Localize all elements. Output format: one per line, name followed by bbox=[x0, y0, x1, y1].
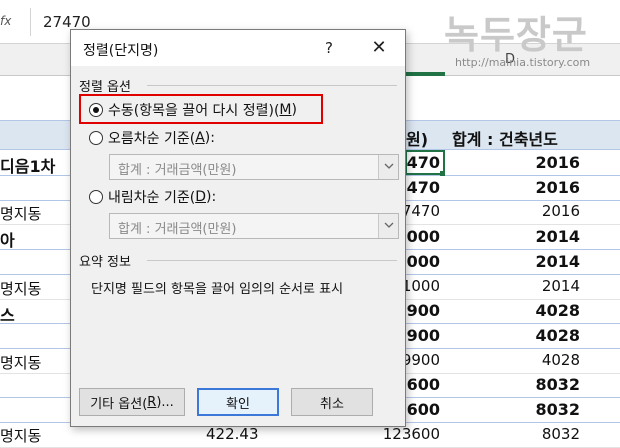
sort-dialog: 정렬(단지명) ? ✕ 정렬 옵션 수동(항목을 끌어 다시 정렬)(M) 오름… bbox=[70, 29, 406, 427]
radio-descending-indicator[interactable] bbox=[89, 190, 103, 204]
header-year-total[interactable]: 합계 : 건축년도 bbox=[452, 126, 558, 150]
active-cell[interactable] bbox=[405, 150, 445, 175]
sort-options-label: 정렬 옵션 bbox=[79, 80, 131, 95]
row-label[interactable]: 명지동 bbox=[0, 278, 41, 299]
cell-year[interactable]: 8032 bbox=[500, 400, 580, 419]
cell-year[interactable]: 8032 bbox=[500, 425, 580, 443]
close-icon[interactable]: ✕ bbox=[369, 37, 389, 58]
row-label[interactable]: 아 bbox=[0, 227, 15, 251]
ascending-field-value: 합계 : 거래금액(만원) bbox=[118, 163, 237, 178]
fill-handle[interactable] bbox=[440, 171, 445, 176]
cancel-button[interactable]: 취소 bbox=[291, 388, 373, 416]
watermark-logo: 녹두장군 bbox=[444, 12, 588, 57]
radio-ascending-indicator[interactable] bbox=[89, 131, 103, 145]
row-label[interactable]: 명지동 bbox=[0, 203, 41, 224]
row-label[interactable]: 명지동 bbox=[0, 425, 41, 446]
cell-year[interactable]: 2016 bbox=[500, 153, 580, 172]
spreadsheet-background: fx 27470 D 녹두장군 http://mainia.tistory.co… bbox=[0, 0, 620, 448]
fx-icon: fx bbox=[0, 14, 12, 28]
header-amount[interactable]: 원) bbox=[406, 126, 428, 150]
radio-manual-label-end: ) bbox=[291, 102, 297, 118]
row-label[interactable]: 디음1차 bbox=[0, 153, 55, 177]
cell-year[interactable]: 2016 bbox=[500, 178, 580, 197]
cell-year[interactable]: 2014 bbox=[500, 277, 580, 295]
radio-descending-key: D bbox=[195, 189, 206, 205]
cell-year[interactable]: 4028 bbox=[500, 326, 580, 345]
radio-manual-key: M bbox=[279, 102, 292, 118]
summary-text: 단지명 필드의 항목을 끌어 임의의 순서로 표시 bbox=[91, 282, 344, 297]
chevron-down-icon[interactable] bbox=[378, 155, 398, 179]
chevron-down-icon[interactable] bbox=[378, 214, 398, 238]
cell-area-value[interactable]: 422.43 bbox=[206, 425, 259, 443]
more-options-label-end: )... bbox=[156, 394, 174, 410]
more-options-label: 기타 옵션( bbox=[90, 396, 148, 412]
row-label[interactable]: 명지동 bbox=[0, 352, 41, 373]
cell-year[interactable]: 2016 bbox=[500, 202, 580, 220]
dialog-title-bar[interactable]: 정렬(단지명) ? ✕ bbox=[71, 30, 405, 66]
more-options-key: R bbox=[147, 394, 157, 410]
active-column-indicator bbox=[405, 72, 445, 76]
cell-year[interactable]: 4028 bbox=[500, 351, 580, 369]
descending-field-value: 합계 : 거래금액(만원) bbox=[118, 222, 237, 237]
radio-ascending[interactable]: 오름차순 기준(A): bbox=[89, 128, 215, 148]
radio-descending[interactable]: 내림차순 기준(D): bbox=[89, 187, 216, 207]
cell-year[interactable]: 2014 bbox=[500, 252, 580, 271]
more-options-button[interactable]: 기타 옵션(R)... bbox=[79, 388, 185, 416]
dialog-title: 정렬(단지명) bbox=[83, 43, 159, 59]
descending-field-select[interactable]: 합계 : 거래금액(만원) bbox=[109, 213, 399, 239]
radio-manual-label: 수동(항목을 끌어 다시 정렬)( bbox=[108, 103, 280, 119]
summary-divider bbox=[147, 260, 397, 261]
radio-manual-indicator[interactable] bbox=[89, 103, 103, 117]
sort-options-divider bbox=[147, 85, 397, 86]
cell-year[interactable]: 4028 bbox=[500, 301, 580, 320]
radio-descending-label-end: ): bbox=[205, 189, 217, 205]
cell-year[interactable]: 8032 bbox=[500, 375, 580, 394]
radio-ascending-label-end: ): bbox=[204, 130, 215, 146]
radio-descending-label: 내림차순 기준( bbox=[108, 190, 196, 206]
radio-manual[interactable]: 수동(항목을 끌어 다시 정렬)(M) bbox=[89, 100, 297, 120]
cell-year[interactable]: 2014 bbox=[500, 227, 580, 246]
ascending-field-select[interactable]: 합계 : 거래금액(만원) bbox=[109, 154, 399, 180]
radio-ascending-label: 오름차순 기준( bbox=[108, 131, 196, 147]
summary-label: 요약 정보 bbox=[79, 255, 131, 270]
help-button[interactable]: ? bbox=[321, 39, 337, 57]
ok-button[interactable]: 확인 bbox=[197, 388, 279, 416]
cell-amount[interactable]: 123600 bbox=[350, 425, 440, 443]
radio-ascending-key: A bbox=[195, 130, 205, 146]
watermark-url: http://mainia.tistory.com bbox=[455, 56, 591, 69]
